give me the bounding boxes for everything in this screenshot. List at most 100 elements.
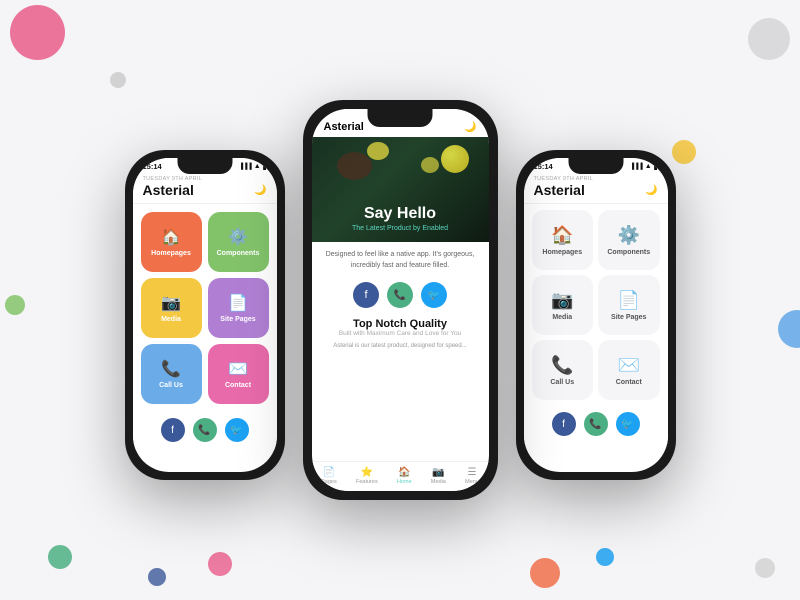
tile-label-callus-left: Call Us xyxy=(159,382,183,389)
signal-icon: ▐▐▐ xyxy=(239,164,252,170)
tile-label-callus-right: Call Us xyxy=(550,379,574,386)
facebook-btn-center[interactable]: f xyxy=(353,282,379,308)
tile-media-right[interactable]: 📷 Media xyxy=(532,275,594,335)
social-bar-left: f 📞 🐦 xyxy=(133,412,277,450)
tile-grid-left: 🏠 Homepages ⚙️ Components 📷 Media 📄 Site… xyxy=(133,204,277,412)
gear-icon-right: ⚙️ xyxy=(618,225,640,246)
tile-label-media-left: Media xyxy=(161,316,181,323)
camera-icon-left: 📷 xyxy=(161,293,181,313)
tab-features[interactable]: ⭐ Features xyxy=(356,467,378,485)
tile-grid-right: 🏠 Homepages ⚙️ Components 📷 Media 📄 Site… xyxy=(524,204,668,406)
hero-image: Say Hello The Latest Product by Enabled xyxy=(312,137,489,242)
tile-media-left[interactable]: 📷 Media xyxy=(141,278,202,338)
twitter-btn-center[interactable]: 🐦 xyxy=(421,282,447,308)
section-heading: Top Notch Quality xyxy=(324,318,477,330)
notch-center xyxy=(368,109,433,127)
tile-label-contact-right: Contact xyxy=(616,379,642,386)
social-bar-center: f 📞 🐦 xyxy=(312,276,489,314)
tile-label-components-right: Components xyxy=(607,249,650,256)
tile-callus-left[interactable]: 📞 Call Us xyxy=(141,344,202,404)
moon-icon-right[interactable]: 🌙 xyxy=(645,185,657,196)
phone-icon-right: 📞 xyxy=(551,355,573,376)
gear-icon-left: ⚙️ xyxy=(228,227,248,247)
status-icons-right: ▐▐▐ ▲ ▮ xyxy=(630,163,658,171)
tile-components-right[interactable]: ⚙️ Components xyxy=(598,210,660,270)
tile-label-components-left: Components xyxy=(217,250,260,257)
notch-right xyxy=(568,158,623,174)
tab-media-icon: 📷 xyxy=(432,467,444,478)
mail-icon-left: ✉️ xyxy=(228,359,248,379)
moon-icon-center[interactable]: 🌙 xyxy=(464,114,476,133)
app-header-left: TUESDAY 9TH APRIL Asterial 🌙 xyxy=(133,173,277,204)
tile-homepages-right[interactable]: 🏠 Homepages xyxy=(532,210,594,270)
description-text: Designed to feel like a native app. It's… xyxy=(324,250,477,271)
tile-contact-right[interactable]: ✉️ Contact xyxy=(598,340,660,400)
moon-icon-left[interactable]: 🌙 xyxy=(254,185,266,196)
app-title-right: Asterial 🌙 xyxy=(534,182,658,198)
tile-homepages-left[interactable]: 🏠 Homepages xyxy=(141,212,202,272)
tab-menu-label: Menu xyxy=(465,479,479,485)
tile-sitepages-right[interactable]: 📄 Site Pages xyxy=(598,275,660,335)
twitter-btn-left[interactable]: 🐦 xyxy=(225,418,249,442)
notch-left xyxy=(177,158,232,174)
quality-text-area: Asterial is our latest product, designed… xyxy=(312,339,489,353)
phone-btn-center[interactable]: 📞 xyxy=(387,282,413,308)
tile-label-sitepages-right: Site Pages xyxy=(611,314,646,321)
tile-components-left[interactable]: ⚙️ Components xyxy=(208,212,269,272)
phone-center: Asterial 🌙 Say Hello The Latest Product … xyxy=(303,100,498,500)
page-icon-left: 📄 xyxy=(228,293,248,313)
section-title-area: Top Notch Quality Built with Maximum Car… xyxy=(312,314,489,339)
wifi-icon: ▲ xyxy=(254,163,261,170)
tab-features-label: Features xyxy=(356,479,378,485)
home-icon-left: 🏠 xyxy=(161,227,181,247)
tile-label-media-right: Media xyxy=(552,314,572,321)
tile-callus-right[interactable]: 📞 Call Us xyxy=(532,340,594,400)
hero-subtitle: The Latest Product by Enabled xyxy=(352,225,448,232)
tab-pages[interactable]: 📄 Pages xyxy=(321,467,337,485)
tab-home-icon: 🏠 xyxy=(398,467,410,478)
signal-icon-r: ▐▐▐ xyxy=(630,164,643,170)
page-icon-right: 📄 xyxy=(618,290,640,311)
tile-label-sitepages-left: Site Pages xyxy=(220,316,255,323)
tab-home-label: Home xyxy=(397,479,412,485)
tile-contact-left[interactable]: ✉️ Contact xyxy=(208,344,269,404)
hero-text: Say Hello The Latest Product by Enabled xyxy=(352,205,448,242)
food-flower xyxy=(367,142,389,160)
description-section: Designed to feel like a native app. It's… xyxy=(312,242,489,276)
status-icons-left: ▐▐▐ ▲ ▮ xyxy=(239,163,267,171)
twitter-btn-right[interactable]: 🐦 xyxy=(616,412,640,436)
main-scene: 15:14 ▐▐▐ ▲ ▮ TUESDAY 9TH APRIL Asterial… xyxy=(0,0,800,600)
tab-home[interactable]: 🏠 Home xyxy=(397,467,412,485)
tab-bar-center: 📄 Pages ⭐ Features 🏠 Home 📷 Media ☰ xyxy=(312,461,489,491)
facebook-btn-left[interactable]: f xyxy=(161,418,185,442)
wifi-icon-r: ▲ xyxy=(645,163,652,170)
phone-left: 15:14 ▐▐▐ ▲ ▮ TUESDAY 9TH APRIL Asterial… xyxy=(125,150,285,480)
tab-menu[interactable]: ☰ Menu xyxy=(465,467,479,485)
time-left: 15:14 xyxy=(143,162,162,171)
phone-right: 15:14 ▐▐▐ ▲ ▮ TUESDAY 9TH APRIL Asterial… xyxy=(516,150,676,480)
battery-icon-r: ▮ xyxy=(654,163,658,171)
section-subheading: Built with Maximum Care and Love for You xyxy=(324,330,477,337)
mail-icon-right: ✉️ xyxy=(618,355,640,376)
food-flower2 xyxy=(421,157,439,173)
tile-label-homepages-right: Homepages xyxy=(542,249,582,256)
time-right: 15:14 xyxy=(534,162,553,171)
tab-media[interactable]: 📷 Media xyxy=(431,467,446,485)
camera-icon-right: 📷 xyxy=(551,290,573,311)
tab-pages-icon: 📄 xyxy=(323,467,335,478)
tile-sitepages-left[interactable]: 📄 Site Pages xyxy=(208,278,269,338)
app-title-left: Asterial 🌙 xyxy=(143,182,267,198)
battery-icon: ▮ xyxy=(263,163,267,171)
tab-pages-label: Pages xyxy=(321,479,337,485)
phone-btn-right[interactable]: 📞 xyxy=(584,412,608,436)
phone-btn-left[interactable]: 📞 xyxy=(193,418,217,442)
facebook-btn-right[interactable]: f xyxy=(552,412,576,436)
phone-icon-left: 📞 xyxy=(161,359,181,379)
app-header-right: TUESDAY 9TH APRIL Asterial 🌙 xyxy=(524,173,668,204)
tab-features-icon: ⭐ xyxy=(361,467,373,478)
food-bowl-decoration xyxy=(337,152,372,180)
tab-menu-icon: ☰ xyxy=(468,467,477,478)
hero-title: Say Hello xyxy=(352,205,448,223)
food-lemon-decoration xyxy=(441,145,469,173)
social-bar-right: f 📞 🐦 xyxy=(524,406,668,444)
